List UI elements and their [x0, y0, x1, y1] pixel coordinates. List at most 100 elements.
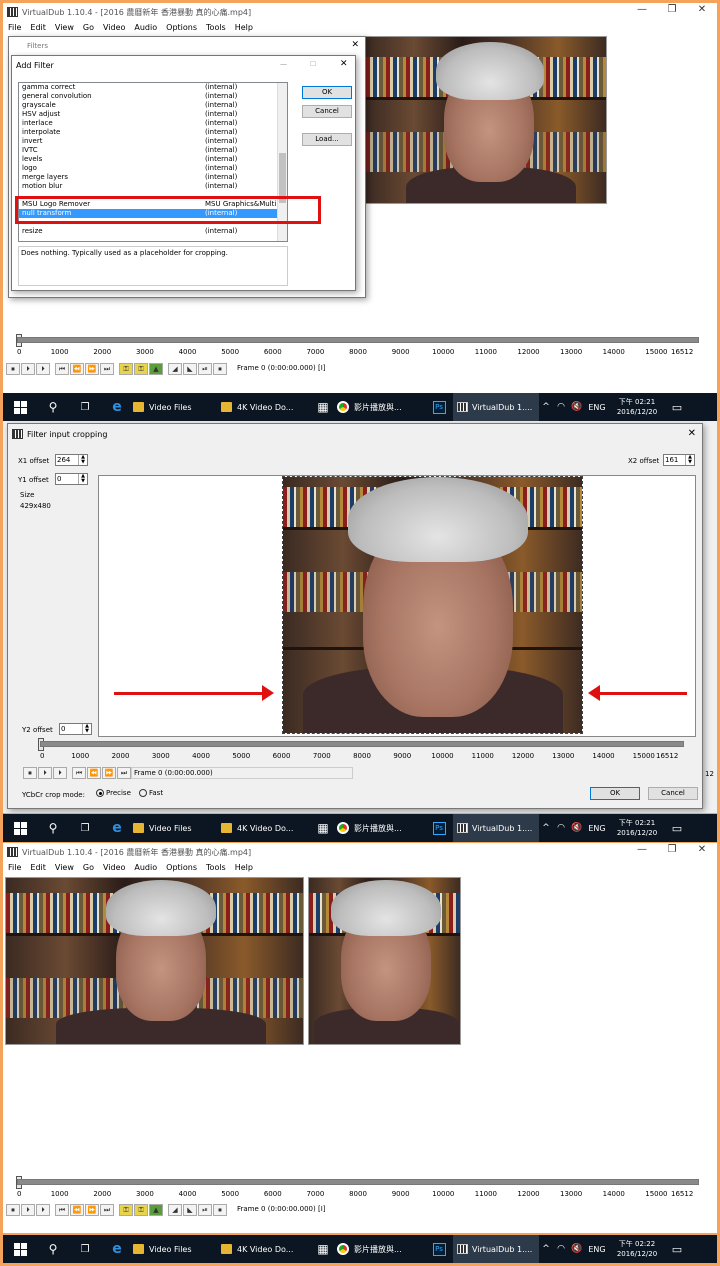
menu-options[interactable]: Options [166, 861, 197, 875]
menu-audio[interactable]: Audio [134, 861, 157, 875]
next-icon[interactable]: ⏩ [85, 1204, 99, 1216]
fast-radio[interactable]: Fast [139, 789, 163, 797]
crop-ok-button[interactable]: OK [590, 787, 640, 800]
key-next-icon[interactable]: ⚿ [134, 363, 148, 375]
volume-muted-icon[interactable]: 🔇 [569, 814, 585, 842]
clock[interactable]: 下午 02:22 2016/12/20 [609, 1235, 665, 1263]
taskbar-app-4k-video[interactable]: 4K Video Do... [221, 1235, 309, 1263]
menu-tools[interactable]: Tools [206, 861, 226, 875]
timeline-track[interactable] [17, 1179, 699, 1185]
taskbar-app-video-files[interactable]: Video Files [133, 814, 221, 842]
tray-chevron-icon[interactable]: ^ [539, 1235, 553, 1263]
mark-in-icon[interactable]: ◢ [168, 1204, 182, 1216]
menu-video[interactable]: Video [103, 861, 125, 875]
wifi-icon[interactable]: ◠ [553, 393, 569, 421]
taskbar-app-chrome[interactable]: 影片播放與... [337, 814, 425, 842]
x2-offset-input[interactable]: 161 ▲ ▼ [663, 454, 695, 466]
menu-go[interactable]: Go [83, 861, 94, 875]
stop-icon[interactable]: ⏹ [6, 1204, 20, 1216]
taskbar-app-photoshop[interactable]: Ps [425, 393, 453, 421]
next-icon[interactable]: ⏩ [85, 363, 99, 375]
taskbar-app-virtualdub[interactable]: VirtualDub 1.... [453, 393, 539, 421]
filter-list-item[interactable]: interlace (internal) [19, 119, 277, 128]
menu-go[interactable]: Go [83, 21, 94, 35]
edge-icon[interactable]: e [101, 814, 133, 842]
start-icon[interactable]: ⏮ [55, 363, 69, 375]
key-prev-icon[interactable]: ⚿ [119, 363, 133, 375]
volume-muted-icon[interactable]: 🔇 [569, 1235, 585, 1263]
play-input-icon[interactable]: ⏵ [21, 1204, 35, 1216]
taskbar-app-video-files[interactable]: Video Files [133, 393, 221, 421]
close-icon[interactable]: ✕ [687, 4, 717, 15]
menu-tools[interactable]: Tools [206, 21, 226, 35]
play-input-icon[interactable]: ⏵ [38, 767, 52, 779]
menu-file[interactable]: File [8, 21, 21, 35]
minimize-icon[interactable]: — [627, 844, 657, 855]
taskbar-app-4k-video[interactable]: 4K Video Do... [221, 814, 309, 842]
add-filter-minimize-icon[interactable]: — [280, 60, 287, 68]
notification-icon[interactable]: ▭ [665, 814, 689, 842]
filter-list-item[interactable]: IVTC (internal) [19, 146, 277, 155]
menu-file[interactable]: File [8, 861, 21, 875]
stop-icon[interactable]: ⏹ [6, 363, 20, 375]
next-icon[interactable]: ⏩ [102, 767, 116, 779]
tray-chevron-icon[interactable]: ^ [539, 393, 553, 421]
taskbar-app-photoshop[interactable]: Ps [425, 1235, 453, 1263]
y2-offset-input[interactable]: 0 ▲ ▼ [59, 723, 92, 735]
filter-list-item[interactable]: invert (internal) [19, 137, 277, 146]
mark-out-icon[interactable]: ◣ [183, 1204, 197, 1216]
stop-icon[interactable]: ⏹ [23, 767, 37, 779]
start-icon[interactable]: ⏮ [72, 767, 86, 779]
load-button[interactable]: Load... [302, 133, 352, 146]
store-icon[interactable]: ▦ [309, 1235, 337, 1263]
end-icon[interactable]: ⏭ [100, 363, 114, 375]
prev-icon[interactable]: ⏪ [70, 1204, 84, 1216]
filter-list-item[interactable]: gamma correct (internal) [19, 83, 277, 92]
menu-options[interactable]: Options [166, 21, 197, 35]
menu-help[interactable]: Help [235, 21, 253, 35]
scene-icon[interactable]: ▲ [149, 1204, 163, 1216]
filter-list-item[interactable]: interpolate (internal) [19, 128, 277, 137]
maximize-icon[interactable]: ❐ [657, 844, 687, 855]
taskbar-app-video-files[interactable]: Video Files [133, 1235, 221, 1263]
minimize-icon[interactable]: — [627, 4, 657, 15]
play-output-icon[interactable]: ⏵ [36, 1204, 50, 1216]
filter-list-item[interactable]: logo (internal) [19, 164, 277, 173]
prev-icon[interactable]: ⏪ [70, 363, 84, 375]
filter-list-item[interactable]: grayscale (internal) [19, 101, 277, 110]
store-icon[interactable]: ▦ [309, 393, 337, 421]
scene-icon[interactable]: ▲ [149, 363, 163, 375]
taskbar-app-photoshop[interactable]: Ps [425, 814, 453, 842]
precise-radio[interactable]: Precise [96, 789, 131, 797]
task-view-icon[interactable]: ❐ [69, 393, 101, 421]
menu-view[interactable]: View [55, 861, 74, 875]
key-prev-icon[interactable]: ⚿ [119, 1204, 133, 1216]
end-icon[interactable]: ⏭ [117, 767, 131, 779]
menu-audio[interactable]: Audio [134, 21, 157, 35]
wifi-icon[interactable]: ◠ [553, 814, 569, 842]
timeline-track[interactable] [17, 337, 699, 343]
tray-chevron-icon[interactable]: ^ [539, 814, 553, 842]
end-icon[interactable]: ⏭ [100, 1204, 114, 1216]
language-indicator[interactable]: ENG [585, 393, 609, 421]
filter-list-item[interactable]: levels (internal) [19, 155, 277, 164]
scene-fwd-icon[interactable]: ⏹ [213, 363, 227, 375]
menu-view[interactable]: View [55, 21, 74, 35]
filter-list-item[interactable]: motion blur (internal) [19, 182, 277, 191]
notification-icon[interactable]: ▭ [665, 1235, 689, 1263]
menu-edit[interactable]: Edit [30, 861, 46, 875]
store-icon[interactable]: ▦ [309, 814, 337, 842]
clock[interactable]: 下午 02:21 2016/12/20 [609, 814, 665, 842]
search-icon[interactable]: ⚲ [37, 814, 69, 842]
taskbar-app-virtualdub[interactable]: VirtualDub 1.... [453, 1235, 539, 1263]
crop-cancel-button[interactable]: Cancel [648, 787, 698, 800]
key-next-icon[interactable]: ⚿ [134, 1204, 148, 1216]
filter-list-item[interactable]: merge layers (internal) [19, 173, 277, 182]
scene-back-icon[interactable]: ⏯ [198, 363, 212, 375]
search-icon[interactable]: ⚲ [37, 393, 69, 421]
taskbar-app-4k-video[interactable]: 4K Video Do... [221, 393, 309, 421]
maximize-icon[interactable]: ❐ [657, 4, 687, 15]
clock[interactable]: 下午 02:21 2016/12/20 [609, 393, 665, 421]
ok-button[interactable]: OK [302, 86, 352, 99]
edge-icon[interactable]: e [101, 1235, 133, 1263]
